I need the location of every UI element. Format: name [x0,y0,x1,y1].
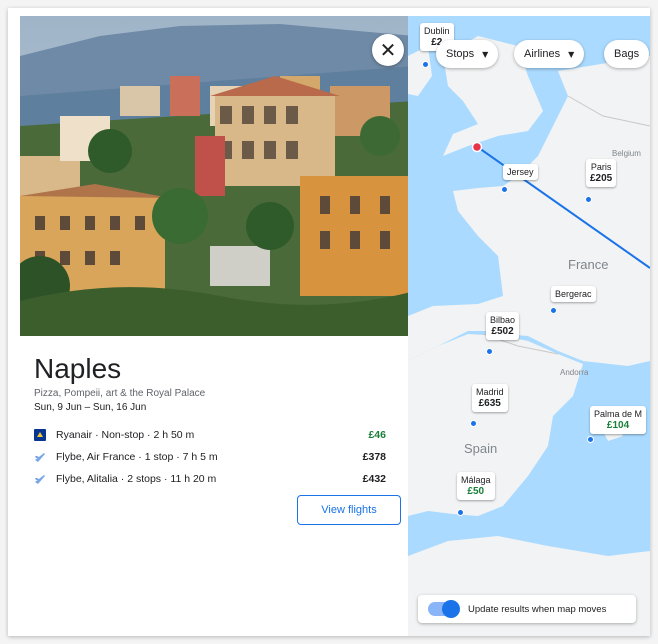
pin-city: Jersey [507,167,534,177]
map-pin-jersey[interactable]: Jersey [503,164,538,180]
map-label-belgium: Belgium [612,149,641,158]
flight-description: Flybe, Air France · 1 stop · 7 h 5 m [56,451,218,463]
airlines-filter-chip[interactable]: Airlines ▼ [514,40,585,68]
map-pin-bergerac[interactable]: Bergerac [551,286,596,302]
update-results-label: Update results when map moves [468,603,607,615]
map-pin-bilbao[interactable]: Bilbao £502 [486,312,520,340]
flight-options: Ryanair · Non-stop · 2 h 50 m £46 Flybe,… [34,424,386,490]
chevron-down-icon: ▼ [568,49,575,59]
pin-city: Málaga [461,475,491,485]
airlines-filter-label: Airlines [524,48,561,60]
ryanair-logo-icon [34,429,46,441]
pin-city: Paris [590,162,612,172]
map-dot-dublin[interactable] [422,61,429,68]
map-pin-paris[interactable]: Paris £205 [586,159,617,187]
update-results-toggle[interactable] [428,600,460,618]
close-button[interactable]: ✕ [372,34,404,66]
flight-price: £432 [362,473,386,485]
destination-tagline: Pizza, Pompeii, art & the Royal Palace [34,388,206,399]
map-dot-palma[interactable] [587,436,594,443]
pin-city: Palma de M [594,409,643,419]
map-label-andorra: Andorra [560,368,589,377]
map-pin-madrid[interactable]: Madrid £635 [472,384,508,412]
trip-dates: Sun, 9 Jun – Sun, 16 Jun [34,402,147,413]
explore-panel: ✕ Naples Pizza, Pompeii, art & the Royal… [8,8,650,636]
plane-icon [34,473,46,485]
toggle-knob [442,600,460,618]
map-dot-bergerac[interactable] [550,307,557,314]
pin-price: £635 [478,398,501,409]
pin-city: Bergerac [555,289,592,299]
pin-city: Dublin [424,26,450,36]
pin-price: £502 [491,326,514,337]
destination-card: ✕ Naples Pizza, Pompeii, art & the Royal… [20,16,415,626]
pin-city: Bilbao [490,315,516,325]
map-dot-malaga[interactable] [457,509,464,516]
plane-icon [34,451,46,463]
map-update-toggle-bar: Update results when map moves [418,595,636,623]
pin-city: Madrid [476,387,504,397]
pin-price: £104 [606,420,630,431]
map-dot-bilbao[interactable] [486,348,493,355]
map-pin-palma[interactable]: Palma de M £104 [590,406,647,434]
map-label-france: France [568,257,609,272]
stops-filter-label: Stops [446,48,475,60]
map[interactable]: France Spain Andorra Belgium Dublin £2 J… [408,16,650,636]
flight-price: £378 [362,451,386,463]
flight-option[interactable]: Ryanair · Non-stop · 2 h 50 m £46 [34,424,386,446]
map-dot-paris[interactable] [585,196,592,203]
map-dot-jersey[interactable] [501,186,508,193]
flight-description: Ryanair · Non-stop · 2 h 50 m [56,429,195,441]
flight-description: Flybe, Alitalia · 2 stops · 11 h 20 m [56,473,217,485]
chevron-down-icon: ▼ [482,49,489,59]
map-pin-malaga[interactable]: Málaga £50 [457,472,495,500]
pin-price: £205 [590,173,613,184]
bags-filter-chip[interactable]: Bags [604,40,650,68]
destination-city: Naples [34,353,122,384]
flight-price: £46 [368,429,386,441]
close-icon[interactable]: ✕ [380,38,397,62]
destination-photo [20,16,415,336]
pin-price: £50 [467,486,485,497]
flight-option[interactable]: Flybe, Alitalia · 2 stops · 11 h 20 m £4… [34,468,386,490]
bags-filter-label: Bags [614,48,640,60]
flight-option[interactable]: Flybe, Air France · 1 stop · 7 h 5 m £37… [34,446,386,468]
map-label-spain: Spain [464,441,498,456]
view-flights-button[interactable]: View flights [297,495,401,525]
map-dot-madrid[interactable] [470,420,477,427]
stops-filter-chip[interactable]: Stops ▼ [436,40,499,68]
